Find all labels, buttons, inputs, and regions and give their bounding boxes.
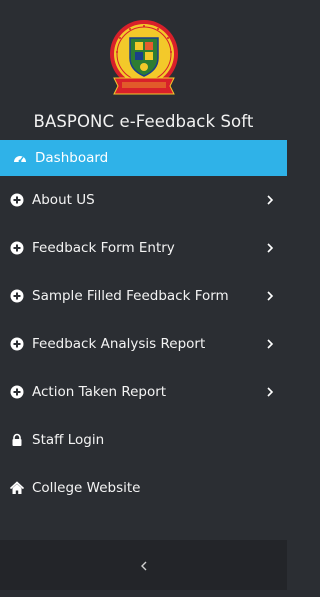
chevron-right-icon: [265, 291, 275, 301]
sidebar-menu: Dashboard About US Feedback Form Entry S…: [0, 140, 287, 512]
chevron-right-icon: [265, 339, 275, 349]
chevron-right-icon: [265, 387, 275, 397]
sidebar-collapse-button[interactable]: [0, 540, 287, 590]
logo-area: [0, 0, 287, 102]
brand-title: BASPONC e-Feedback Soft: [33, 111, 254, 131]
sidebar-item-label: Feedback Form Entry: [32, 240, 175, 256]
home-icon: [10, 481, 24, 495]
dashboard-icon: [13, 151, 27, 165]
sidebar-item-dashboard[interactable]: Dashboard: [0, 140, 287, 176]
sidebar-item-label: Dashboard: [35, 150, 109, 166]
sidebar-bottom-strip: [0, 590, 287, 597]
college-logo[interactable]: [108, 18, 180, 96]
sidebar-item-feedback-form-entry[interactable]: Feedback Form Entry: [0, 224, 287, 272]
sidebar-item-label: Staff Login: [32, 432, 105, 448]
sidebar-item-sample-filled-feedback-form[interactable]: Sample Filled Feedback Form: [0, 272, 287, 320]
sidebar-item-college-website[interactable]: College Website: [0, 464, 287, 512]
sidebar-item-label: Action Taken Report: [32, 384, 167, 400]
sidebar-item-label: College Website: [32, 480, 141, 496]
sidebar: BASPONC e-Feedback Soft Dashboard About …: [0, 0, 287, 597]
chevron-right-icon: [265, 243, 275, 253]
sidebar-item-label: Feedback Analysis Report: [32, 336, 206, 352]
chevron-right-icon: [265, 195, 275, 205]
sidebar-item-about-us[interactable]: About US: [0, 176, 287, 224]
lock-icon: [10, 433, 24, 447]
sidebar-item-staff-login[interactable]: Staff Login: [0, 416, 287, 464]
chevron-left-icon: [140, 556, 148, 575]
plus-circle-icon: [10, 385, 24, 399]
sidebar-item-label: Sample Filled Feedback Form: [32, 288, 229, 304]
sidebar-item-feedback-analysis-report[interactable]: Feedback Analysis Report: [0, 320, 287, 368]
plus-circle-icon: [10, 289, 24, 303]
plus-circle-icon: [10, 337, 24, 351]
plus-circle-icon: [10, 193, 24, 207]
plus-circle-icon: [10, 241, 24, 255]
sidebar-item-label: About US: [32, 192, 95, 208]
sidebar-item-action-taken-report[interactable]: Action Taken Report: [0, 368, 287, 416]
